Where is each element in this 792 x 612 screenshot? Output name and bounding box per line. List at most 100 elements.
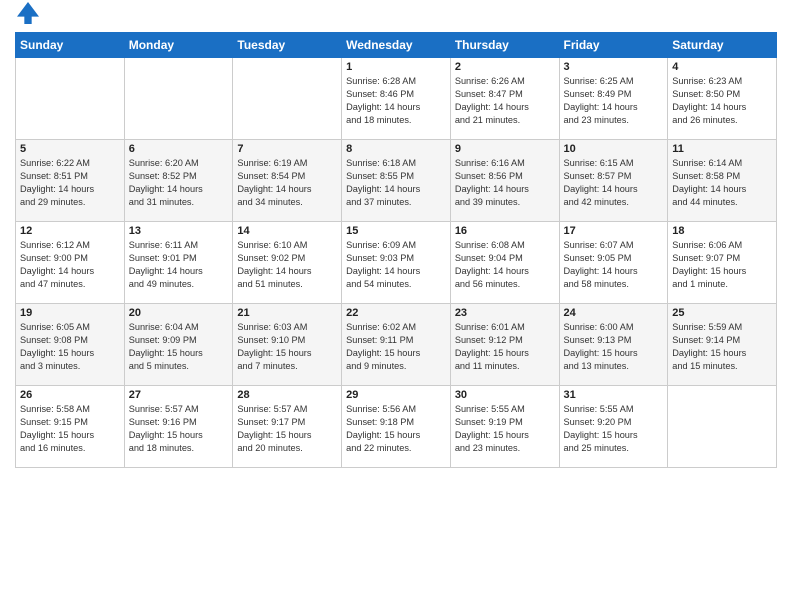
day-number: 29 [346,389,446,401]
calendar-cell: 13 Sunrise: 6:11 AM Sunset: 9:01 PM Dayli… [124,222,233,304]
calendar-cell: 6 Sunrise: 6:20 AM Sunset: 8:52 PM Daylig… [124,140,233,222]
calendar-cell: 15 Sunrise: 6:09 AM Sunset: 9:03 PM Dayli… [342,222,451,304]
day-number: 19 [20,307,120,319]
day-info: Sunrise: 6:05 AM Sunset: 9:08 PM Dayligh… [20,321,120,373]
day-number: 28 [237,389,337,401]
day-number: 9 [455,143,555,155]
logo-icon [17,2,39,24]
calendar-cell: 4 Sunrise: 6:23 AM Sunset: 8:50 PM Daylig… [668,58,777,140]
calendar-week-row: 12 Sunrise: 6:12 AM Sunset: 9:00 PM Dayli… [16,222,777,304]
day-number: 26 [20,389,120,401]
calendar-cell: 20 Sunrise: 6:04 AM Sunset: 9:09 PM Dayli… [124,304,233,386]
calendar-cell: 28 Sunrise: 5:57 AM Sunset: 9:17 PM Dayli… [233,386,342,468]
calendar-cell [16,58,125,140]
day-info: Sunrise: 5:55 AM Sunset: 9:19 PM Dayligh… [455,403,555,455]
calendar-week-row: 19 Sunrise: 6:05 AM Sunset: 9:08 PM Dayli… [16,304,777,386]
day-number: 4 [672,61,772,73]
day-number: 25 [672,307,772,319]
weekday-header-saturday: Saturday [668,33,777,58]
day-info: Sunrise: 6:18 AM Sunset: 8:55 PM Dayligh… [346,157,446,209]
day-info: Sunrise: 6:07 AM Sunset: 9:05 PM Dayligh… [564,239,664,291]
calendar-cell: 30 Sunrise: 5:55 AM Sunset: 9:19 PM Dayli… [450,386,559,468]
day-number: 17 [564,225,664,237]
calendar-week-row: 5 Sunrise: 6:22 AM Sunset: 8:51 PM Daylig… [16,140,777,222]
day-number: 3 [564,61,664,73]
day-info: Sunrise: 5:59 AM Sunset: 9:14 PM Dayligh… [672,321,772,373]
calendar-cell: 27Sunrise: 5:57 AM Sunset: 9:16 PM Dayli… [124,386,233,468]
day-info: Sunrise: 6:28 AM Sunset: 8:46 PM Dayligh… [346,75,446,127]
calendar-table: SundayMondayTuesdayWednesdayThursdayFrid… [15,32,777,468]
day-info: Sunrise: 6:12 AM Sunset: 9:00 PM Dayligh… [20,239,120,291]
day-info: Sunrise: 5:58 AM Sunset: 9:15 PM Dayligh… [20,403,120,455]
day-info: Sunrise: 6:22 AM Sunset: 8:51 PM Dayligh… [20,157,120,209]
calendar-cell: 11 Sunrise: 6:14 AM Sunset: 8:58 PM Dayli… [668,140,777,222]
day-number: 16 [455,225,555,237]
day-number: 12 [20,225,120,237]
weekday-header-tuesday: Tuesday [233,33,342,58]
day-info: Sunrise: 6:26 AM Sunset: 8:47 PM Dayligh… [455,75,555,127]
header [15,10,777,24]
calendar-cell: 2 Sunrise: 6:26 AM Sunset: 8:47 PM Daylig… [450,58,559,140]
calendar-cell: 18 Sunrise: 6:06 AM Sunset: 9:07 PM Dayli… [668,222,777,304]
day-info: Sunrise: 6:08 AM Sunset: 9:04 PM Dayligh… [455,239,555,291]
day-number: 5 [20,143,120,155]
day-number: 6 [129,143,229,155]
calendar-cell: 8 Sunrise: 6:18 AM Sunset: 8:55 PM Daylig… [342,140,451,222]
day-info: Sunrise: 6:04 AM Sunset: 9:09 PM Dayligh… [129,321,229,373]
weekday-header-sunday: Sunday [16,33,125,58]
day-info: Sunrise: 5:55 AM Sunset: 9:20 PM Dayligh… [564,403,664,455]
calendar-cell: 22Sunrise: 6:02 AM Sunset: 9:11 PM Dayli… [342,304,451,386]
day-info: Sunrise: 5:56 AM Sunset: 9:18 PM Dayligh… [346,403,446,455]
day-info: Sunrise: 6:02 AM Sunset: 9:11 PM Dayligh… [346,321,446,373]
day-number: 21 [237,307,337,319]
calendar-cell: 29 Sunrise: 5:56 AM Sunset: 9:18 PM Dayli… [342,386,451,468]
day-number: 13 [129,225,229,237]
day-number: 11 [672,143,772,155]
day-number: 15 [346,225,446,237]
day-info: Sunrise: 6:10 AM Sunset: 9:02 PM Dayligh… [237,239,337,291]
day-number: 20 [129,307,229,319]
day-number: 18 [672,225,772,237]
day-number: 8 [346,143,446,155]
day-number: 2 [455,61,555,73]
logo [15,10,39,24]
day-number: 24 [564,307,664,319]
calendar-cell: 23Sunrise: 6:01 AM Sunset: 9:12 PM Dayli… [450,304,559,386]
day-info: Sunrise: 6:06 AM Sunset: 9:07 PM Dayligh… [672,239,772,291]
calendar-cell: 17 Sunrise: 6:07 AM Sunset: 9:05 PM Dayli… [559,222,668,304]
calendar-cell: 9 Sunrise: 6:16 AM Sunset: 8:56 PM Daylig… [450,140,559,222]
day-number: 30 [455,389,555,401]
calendar-week-row: 26 Sunrise: 5:58 AM Sunset: 9:15 PM Dayli… [16,386,777,468]
day-info: Sunrise: 6:03 AM Sunset: 9:10 PM Dayligh… [237,321,337,373]
calendar-cell: 1 Sunrise: 6:28 AM Sunset: 8:46 PM Daylig… [342,58,451,140]
weekday-header-thursday: Thursday [450,33,559,58]
calendar-cell [233,58,342,140]
day-info: Sunrise: 6:11 AM Sunset: 9:01 PM Dayligh… [129,239,229,291]
calendar-cell: 26 Sunrise: 5:58 AM Sunset: 9:15 PM Dayli… [16,386,125,468]
calendar-header-row: SundayMondayTuesdayWednesdayThursdayFrid… [16,33,777,58]
calendar-cell: 3 Sunrise: 6:25 AM Sunset: 8:49 PM Daylig… [559,58,668,140]
day-info: Sunrise: 6:16 AM Sunset: 8:56 PM Dayligh… [455,157,555,209]
day-number: 10 [564,143,664,155]
day-number: 23 [455,307,555,319]
calendar-cell: 7Sunrise: 6:19 AM Sunset: 8:54 PM Daylig… [233,140,342,222]
day-number: 27 [129,389,229,401]
weekday-header-friday: Friday [559,33,668,58]
day-info: Sunrise: 6:25 AM Sunset: 8:49 PM Dayligh… [564,75,664,127]
day-info: Sunrise: 6:00 AM Sunset: 9:13 PM Dayligh… [564,321,664,373]
day-info: Sunrise: 6:09 AM Sunset: 9:03 PM Dayligh… [346,239,446,291]
day-number: 14 [237,225,337,237]
day-info: Sunrise: 6:20 AM Sunset: 8:52 PM Dayligh… [129,157,229,209]
day-info: Sunrise: 6:14 AM Sunset: 8:58 PM Dayligh… [672,157,772,209]
calendar-cell: 21 Sunrise: 6:03 AM Sunset: 9:10 PM Dayli… [233,304,342,386]
calendar-cell: 19 Sunrise: 6:05 AM Sunset: 9:08 PM Dayli… [16,304,125,386]
calendar-cell [124,58,233,140]
day-info: Sunrise: 5:57 AM Sunset: 9:17 PM Dayligh… [237,403,337,455]
day-number: 1 [346,61,446,73]
calendar-cell: 12 Sunrise: 6:12 AM Sunset: 9:00 PM Dayli… [16,222,125,304]
calendar-cell: 31Sunrise: 5:55 AM Sunset: 9:20 PM Dayli… [559,386,668,468]
calendar-cell: 5 Sunrise: 6:22 AM Sunset: 8:51 PM Daylig… [16,140,125,222]
day-info: Sunrise: 6:23 AM Sunset: 8:50 PM Dayligh… [672,75,772,127]
calendar-cell: 24 Sunrise: 6:00 AM Sunset: 9:13 PM Dayli… [559,304,668,386]
calendar-cell: 16 Sunrise: 6:08 AM Sunset: 9:04 PM Dayli… [450,222,559,304]
